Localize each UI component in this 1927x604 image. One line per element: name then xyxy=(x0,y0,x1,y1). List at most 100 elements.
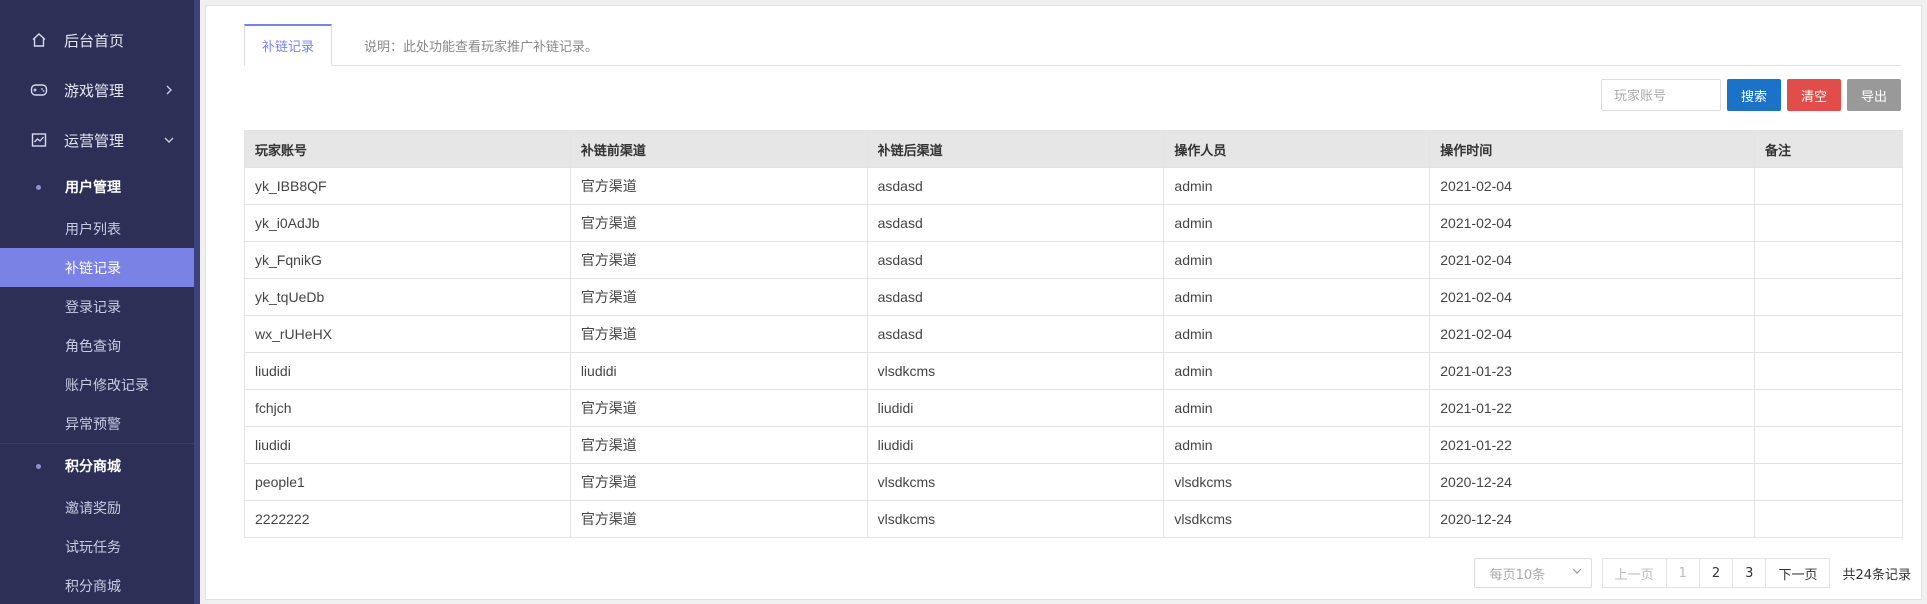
next-page-button[interactable]: 下一页 xyxy=(1765,558,1831,588)
column-header-operator: 操作人员 xyxy=(1163,130,1431,168)
cell-remark xyxy=(1754,426,1903,464)
cell-operator: admin xyxy=(1163,241,1431,279)
nav-item-role-query[interactable]: 角色查询 xyxy=(0,326,200,365)
export-button[interactable]: 导出 xyxy=(1847,79,1901,111)
cell-operation-time: 2021-02-04 xyxy=(1429,315,1756,353)
search-button[interactable]: 搜索 xyxy=(1727,79,1781,111)
cell-operator: admin xyxy=(1163,426,1431,464)
player-account-input[interactable] xyxy=(1601,79,1721,111)
chevron-right-icon xyxy=(162,83,176,97)
page-2-button[interactable]: 2 xyxy=(1698,558,1734,588)
nav-item-invite-rewards[interactable]: 邀请奖励 xyxy=(0,488,200,527)
bullet-icon xyxy=(36,184,41,190)
prev-page-button[interactable]: 上一页 xyxy=(1601,558,1667,588)
nav-home[interactable]: 后台首页 xyxy=(0,15,200,65)
nav-group-points-mall[interactable]: 积分商城 xyxy=(0,444,200,488)
chart-icon xyxy=(30,131,48,149)
toolbar: 搜索 清空 导出 xyxy=(1601,79,1901,111)
column-header-operation-time: 操作时间 xyxy=(1429,130,1756,168)
cell-player-account: yk_tqUeDb xyxy=(244,278,571,316)
cell-channel-before: 官方渠道 xyxy=(569,241,868,279)
cell-channel-after: asdasd xyxy=(866,241,1165,279)
tab-bar: 补链记录 说明：此处功能查看玩家推广补链记录。 xyxy=(244,24,1901,66)
cell-channel-before: liudidi xyxy=(569,352,868,390)
cell-operator: vlsdkcms xyxy=(1163,500,1431,538)
cell-player-account: wx_rUHeHX xyxy=(244,315,571,353)
cell-operator: admin xyxy=(1163,389,1431,427)
table-row: liudidi 官方渠道 liudidi admin 2021-01-22 xyxy=(244,426,1903,464)
cell-channel-after: vlsdkcms xyxy=(866,352,1165,390)
table-header-row: 玩家账号 补链前渠道 补链后渠道 操作人员 操作时间 备注 xyxy=(244,130,1903,168)
nav-item-anomaly-alerts[interactable]: 异常预警 xyxy=(0,404,200,443)
cell-operation-time: 2020-12-24 xyxy=(1429,463,1756,501)
table-row: yk_FqnikG 官方渠道 asdasd admin 2021-02-04 xyxy=(244,241,1903,279)
page-3-button[interactable]: 3 xyxy=(1732,558,1767,588)
page-size-select[interactable]: 每页10条 xyxy=(1473,558,1592,588)
cell-channel-before: 官方渠道 xyxy=(569,167,868,205)
table-row: 2222222 官方渠道 vlsdkcms vlsdkcms 2020-12-24 xyxy=(244,500,1903,538)
total-records: 共24条记录 xyxy=(1842,567,1911,583)
cell-operation-time: 2021-01-23 xyxy=(1429,352,1756,390)
table-row: wx_rUHeHX 官方渠道 asdasd admin 2021-02-04 xyxy=(244,315,1903,353)
cell-player-account: yk_i0AdJb xyxy=(244,204,571,242)
cell-player-account: fchjch xyxy=(244,389,571,427)
table-row: fchjch 官方渠道 liudidi admin 2021-01-22 xyxy=(244,389,1903,427)
nav-item-relink-records[interactable]: 补链记录 xyxy=(0,248,194,287)
cell-channel-before: 官方渠道 xyxy=(569,426,868,464)
cell-remark xyxy=(1754,463,1903,501)
cell-operator: admin xyxy=(1163,167,1431,205)
cell-remark xyxy=(1754,389,1903,427)
table-row: people1 官方渠道 vlsdkcms vlsdkcms 2020-12-24 xyxy=(244,463,1903,501)
cell-remark xyxy=(1754,500,1903,538)
cell-channel-before: 官方渠道 xyxy=(569,315,868,353)
cell-channel-after: asdasd xyxy=(866,315,1165,353)
cell-channel-after: vlsdkcms xyxy=(866,463,1165,501)
cell-operation-time: 2021-01-22 xyxy=(1429,389,1756,427)
table-row: yk_i0AdJb 官方渠道 asdasd admin 2021-02-04 xyxy=(244,204,1903,242)
nav-game-management-label: 游戏管理 xyxy=(64,81,125,100)
cell-operation-time: 2021-02-04 xyxy=(1429,241,1756,279)
cell-remark xyxy=(1754,315,1903,353)
records-table: 玩家账号 补链前渠道 补链后渠道 操作人员 操作时间 备注 yk_IBB8QF 官… xyxy=(244,130,1903,538)
column-header-remark: 备注 xyxy=(1754,130,1903,168)
cell-channel-before: 官方渠道 xyxy=(569,278,868,316)
cell-remark xyxy=(1754,278,1903,316)
cell-remark xyxy=(1754,204,1903,242)
cell-player-account: yk_IBB8QF xyxy=(244,167,571,205)
cell-player-account: liudidi xyxy=(244,352,571,390)
cell-channel-before: 官方渠道 xyxy=(569,389,868,427)
cell-operator: admin xyxy=(1163,315,1431,353)
nav-group-user-management-label: 用户管理 xyxy=(65,180,121,196)
nav-group-user-management[interactable]: 用户管理 xyxy=(0,165,200,209)
table-row: liudidi liudidi vlsdkcms admin 2021-01-23 xyxy=(244,352,1903,390)
nav-item-account-changes[interactable]: 账户修改记录 xyxy=(0,365,200,404)
cell-channel-after: asdasd xyxy=(866,204,1165,242)
cell-player-account: yk_FqnikG xyxy=(244,241,571,279)
column-header-channel-before: 补链前渠道 xyxy=(569,130,868,168)
page-1-button[interactable]: 1 xyxy=(1665,558,1700,588)
cell-operator: admin xyxy=(1163,278,1431,316)
pagination: 每页10条 上一页 1 2 3 下一页 共24条记录 xyxy=(1473,558,1911,588)
cell-operation-time: 2021-02-04 xyxy=(1429,204,1756,242)
clear-button[interactable]: 清空 xyxy=(1787,79,1841,111)
cell-operator: vlsdkcms xyxy=(1163,463,1431,501)
nav-item-user-list[interactable]: 用户列表 xyxy=(0,209,200,248)
cell-operator: admin xyxy=(1163,204,1431,242)
cell-operation-time: 2020-12-24 xyxy=(1429,500,1756,538)
main-panel: 补链记录 说明：此处功能查看玩家推广补链记录。 搜索 清空 导出 玩家账号 补链… xyxy=(205,5,1922,600)
nav-item-trial-tasks[interactable]: 试玩任务 xyxy=(0,527,200,566)
table-row: yk_tqUeDb 官方渠道 asdasd admin 2021-02-04 xyxy=(244,278,1903,316)
nav-operations-management[interactable]: 运营管理 xyxy=(0,115,200,165)
cell-operation-time: 2021-02-04 xyxy=(1429,167,1756,205)
tab-relink-records[interactable]: 补链记录 xyxy=(244,24,332,66)
table-row: yk_IBB8QF 官方渠道 asdasd admin 2021-02-04 xyxy=(244,167,1903,205)
nav-group-points-mall-label: 积分商城 xyxy=(65,459,121,475)
cell-channel-after: asdasd xyxy=(866,167,1165,205)
chevron-down-icon xyxy=(1571,565,1583,581)
gamepad-icon xyxy=(30,81,48,99)
nav-item-login-records[interactable]: 登录记录 xyxy=(0,287,200,326)
chevron-down-icon xyxy=(162,133,176,147)
nav-game-management[interactable]: 游戏管理 xyxy=(0,65,200,115)
nav-item-points-mall[interactable]: 积分商城 xyxy=(0,566,200,604)
column-header-player-account: 玩家账号 xyxy=(244,130,571,168)
